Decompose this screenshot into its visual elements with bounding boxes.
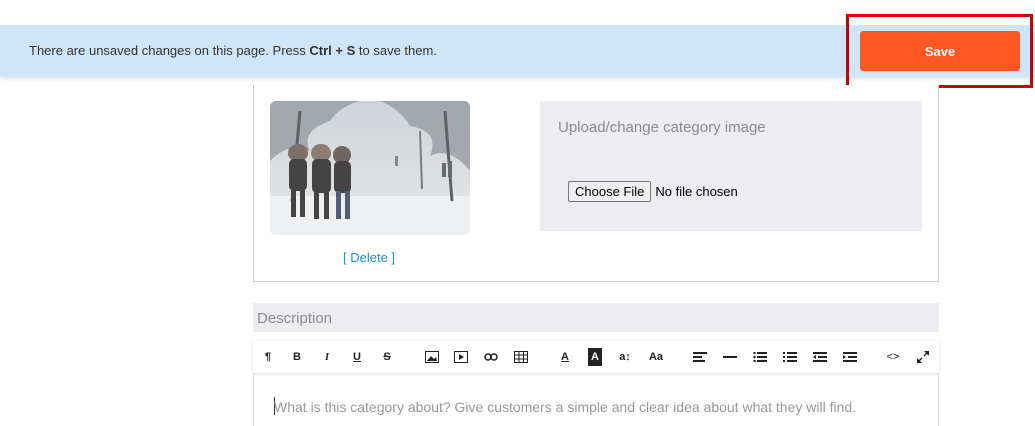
description-editor[interactable]: What is this category about? Give custom…	[253, 373, 939, 426]
file-input: Choose File No file chosen	[568, 181, 738, 202]
ordered-list-icon[interactable]	[782, 348, 798, 366]
background-color-icon[interactable]: A	[588, 348, 602, 366]
save-button[interactable]: Save	[860, 31, 1020, 71]
upload-image-box: Upload/change category image Choose File…	[540, 101, 922, 231]
bold-icon[interactable]: B	[290, 348, 304, 366]
description-header: Description	[253, 303, 939, 332]
ctrl-key: Ctrl	[309, 43, 332, 58]
font-size-icon[interactable]: a↕	[616, 348, 634, 366]
delete-image-link[interactable]: [ Delete ]	[343, 250, 395, 265]
text-case-icon[interactable]: Aa	[647, 348, 665, 366]
strikethrough-icon[interactable]: S	[380, 348, 394, 366]
fullscreen-icon[interactable]	[915, 348, 931, 366]
indent-icon[interactable]	[842, 348, 858, 366]
upload-image-title: Upload/change category image	[558, 119, 766, 136]
link-icon[interactable]	[483, 348, 499, 366]
outdent-icon[interactable]	[812, 348, 828, 366]
font-color-icon[interactable]: A	[558, 348, 572, 366]
horizontal-line-icon[interactable]	[722, 348, 738, 366]
unordered-list-icon[interactable]	[752, 348, 768, 366]
description-label: Description	[257, 310, 333, 327]
plus-sign: +	[331, 43, 347, 58]
unsaved-changes-message: There are unsaved changes on this page. …	[29, 43, 437, 58]
underline-icon[interactable]: U	[350, 348, 364, 366]
italic-icon[interactable]: I	[320, 348, 334, 366]
paragraph-icon[interactable]: ¶	[261, 348, 275, 366]
choose-file-button[interactable]: Choose File	[568, 181, 652, 202]
s-key: S	[346, 43, 356, 58]
file-status: No file chosen	[655, 184, 738, 199]
editor-toolbar: ¶ B I U S A A a↕ Aa <>	[253, 341, 939, 373]
table-icon[interactable]	[513, 348, 529, 366]
image-icon[interactable]	[424, 348, 440, 366]
code-view-icon[interactable]: <>	[885, 348, 901, 366]
category-image-thumbnail	[270, 101, 470, 235]
video-icon[interactable]	[453, 348, 469, 366]
description-placeholder: What is this category about? Give custom…	[274, 399, 857, 415]
category-image-panel: [ Delete ] Upload/change category image …	[253, 85, 939, 282]
align-left-icon[interactable]	[692, 348, 708, 366]
